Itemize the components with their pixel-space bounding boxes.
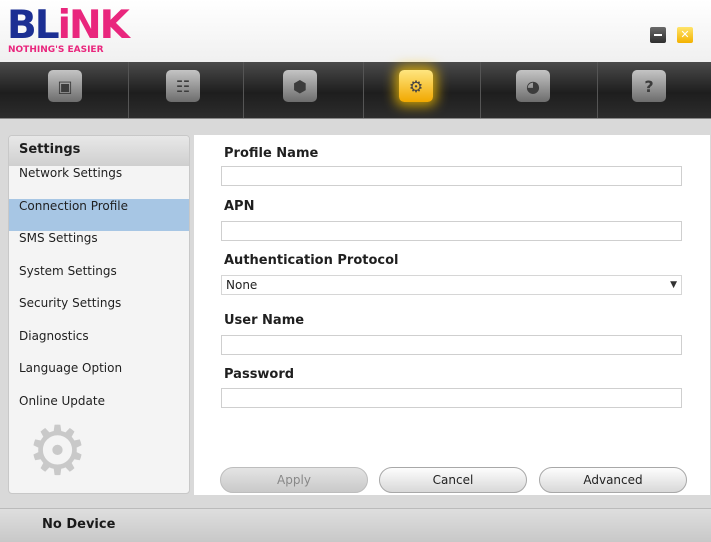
profile-name-label: Profile Name [224, 146, 319, 161]
device-status-text: No Device [42, 517, 116, 532]
toolbar-divider [480, 62, 481, 118]
connection-profile-form: Profile Name APN Authentication Protocol… [194, 135, 710, 495]
toolbar-divider [363, 62, 364, 118]
apply-button[interactable]: Apply [220, 467, 368, 493]
blink-logo: BLiNK NOTHING'S EASIER [7, 6, 135, 58]
settings-sidebar: Settings Network Settings Connection Pro… [8, 135, 190, 494]
sidebar-item-network-settings[interactable]: Network Settings [9, 166, 189, 199]
apn-label: APN [224, 199, 255, 214]
toolbar-divider [597, 62, 598, 118]
apn-input[interactable] [221, 221, 682, 241]
sidebar-item-language-option[interactable]: Language Option [9, 361, 189, 394]
logo-text-main: BL [7, 3, 60, 48]
contacts-icon[interactable]: ☷ [166, 70, 200, 102]
sidebar-title: Settings [9, 136, 189, 166]
sidebar-item-connection-profile[interactable]: Connection Profile [9, 198, 189, 231]
toolbar-divider [128, 62, 129, 118]
user-name-label: User Name [224, 313, 305, 328]
password-label: Password [224, 367, 295, 382]
user-name-input[interactable] [221, 335, 682, 355]
title-bar: BLiNK NOTHING'S EASIER ✕ [0, 0, 711, 62]
close-icon[interactable]: ✕ [677, 27, 693, 43]
auth-protocol-label: Authentication Protocol [224, 253, 399, 268]
globe-icon[interactable]: ◕ [516, 70, 550, 102]
password-input[interactable] [221, 388, 682, 408]
cancel-button[interactable]: Cancel [379, 467, 527, 493]
logo-tagline: NOTHING'S EASIER [8, 45, 104, 55]
box-icon[interactable]: ⬢ [283, 70, 317, 102]
logo-text-accent: iNK [57, 3, 130, 48]
toolbar-divider [243, 62, 244, 118]
sidebar-item-diagnostics[interactable]: Diagnostics [9, 329, 189, 362]
sidebar-item-system-settings[interactable]: System Settings [9, 264, 189, 297]
auth-protocol-value: None [226, 278, 258, 292]
gear-icon: ⚙ [27, 412, 88, 491]
help-icon[interactable]: ? [632, 70, 666, 102]
auth-protocol-select[interactable]: None ▼ [221, 275, 682, 295]
status-bar: No Device [0, 508, 711, 542]
profile-name-input[interactable] [221, 166, 682, 186]
monitor-icon[interactable]: ▣ [48, 70, 82, 102]
sidebar-item-security-settings[interactable]: Security Settings [9, 296, 189, 329]
gear-icon[interactable]: ⚙ [399, 70, 433, 102]
main-toolbar: ▣ ☷ ⬢ ⚙ ◕ ? [0, 62, 711, 119]
sidebar-item-sms-settings[interactable]: SMS Settings [9, 231, 189, 264]
minimize-icon[interactable] [650, 27, 666, 43]
chevron-down-icon: ▼ [670, 280, 677, 290]
advanced-button[interactable]: Advanced [539, 467, 687, 493]
